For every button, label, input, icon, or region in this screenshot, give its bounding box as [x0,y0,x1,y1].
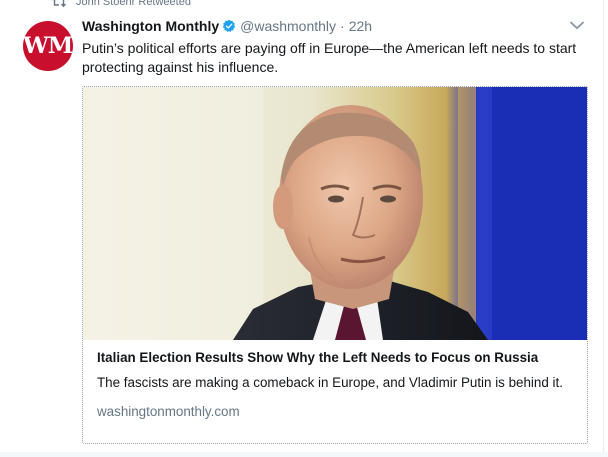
tweet-text: Putin’s political efforts are paying off… [82,40,577,75]
tweet-page: John Stoehr Retweeted WM Washington Mont… [0,0,608,457]
display-name[interactable]: Washington Monthly [82,18,219,34]
avatar-logo: WM [23,33,73,59]
avatar[interactable]: WM [23,21,73,71]
chevron-down-icon[interactable] [568,18,586,32]
card-description: The fascists are making a comeback in Eu… [97,375,563,390]
link-card[interactable]: Italian Election Results Show Why the Le… [82,86,588,444]
retweet-icon [52,0,67,8]
retweet-context: John Stoehr Retweeted [52,0,191,9]
card-body: Italian Election Results Show Why the Le… [97,349,577,421]
tweet-separator [0,452,608,457]
tweet-header: Washington Monthly @washmonthly · 22h [82,16,372,36]
verified-badge-icon [222,19,236,33]
retweet-context-text[interactable]: John Stoehr Retweeted [76,0,191,8]
card-image-graphic [83,87,587,340]
card-title[interactable]: Italian Election Results Show Why the Le… [97,349,577,367]
timeline-divider [603,0,604,457]
header-separator: · [340,18,345,34]
card-image[interactable] [83,87,587,340]
screen-name[interactable]: @washmonthly [240,18,336,34]
tweet-timestamp[interactable]: 22h [349,18,372,34]
card-domain[interactable]: washingtonmonthly.com [97,403,577,421]
